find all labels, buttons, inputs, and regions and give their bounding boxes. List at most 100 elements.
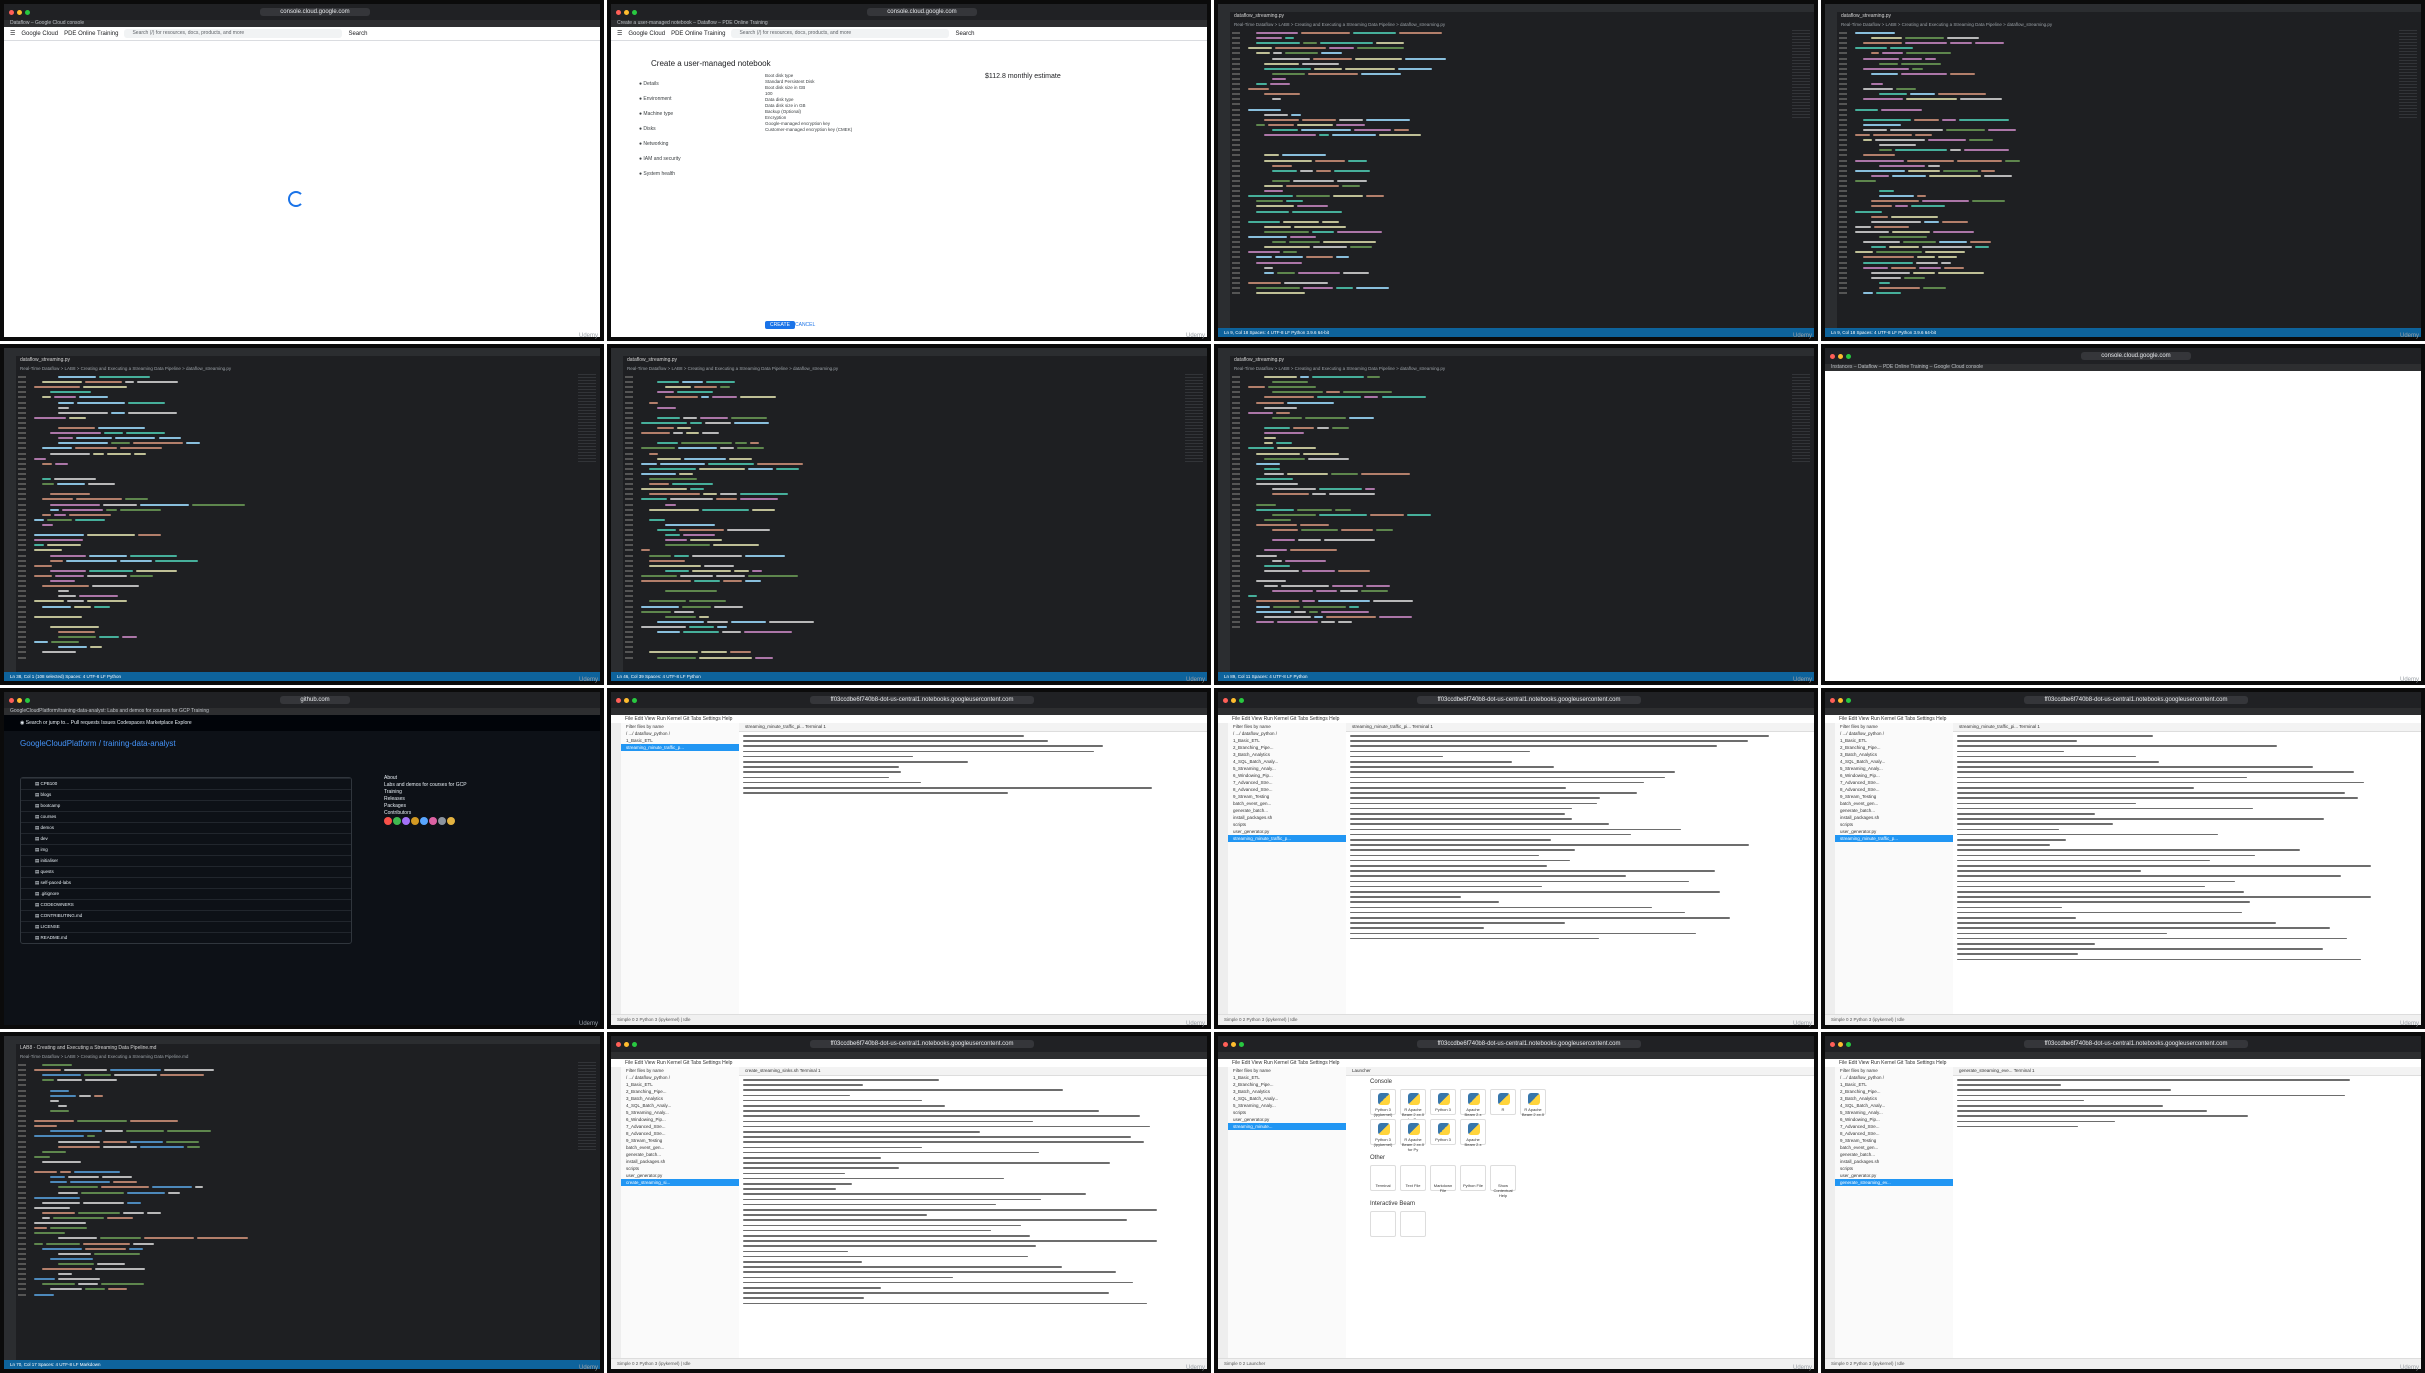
file-row[interactable]: ▤ dev [21, 833, 351, 844]
navigation-rail[interactable] [611, 41, 626, 337]
minimize-window-button[interactable] [624, 9, 629, 15]
file-row[interactable]: 6_Windowing_Pip... [1835, 772, 1953, 779]
minimize-window-button[interactable] [1231, 1041, 1236, 1047]
breadcrumb[interactable]: Real-Time Dataflow > LAB8 > Creating and… [1837, 21, 2421, 28]
file-breadcrumb[interactable]: / .../ dataflow_python / [621, 730, 739, 737]
file-row[interactable]: 8_Advanced_Stre... [621, 1130, 739, 1137]
minimap[interactable] [2399, 30, 2417, 120]
file-row[interactable]: user_generator.py [1835, 1172, 1953, 1179]
create-button[interactable]: CREATE [765, 321, 795, 329]
avatar[interactable] [393, 817, 401, 825]
file-breadcrumb[interactable]: / .../ dataflow_python / [621, 1074, 739, 1081]
file-row-selected[interactable]: streaming_minute_traffic_p... [1835, 835, 1953, 842]
file-row[interactable]: 5_Streaming_Analy... [1835, 1109, 1953, 1116]
activity-bar[interactable] [4, 356, 16, 672]
file-browser[interactable]: Filter files by name / .../ dataflow_pyth… [1835, 723, 1954, 1015]
file-row-selected[interactable]: create_streaming_si... [621, 1179, 739, 1186]
launcher-beam-icon[interactable] [1370, 1211, 1396, 1237]
breadcrumb[interactable]: Real-Time Dataflow > LAB8 > Creating and… [1230, 365, 1814, 372]
avatar[interactable] [411, 817, 419, 825]
file-browser[interactable]: Filter files by name / .../ dataflow_pyth… [1228, 723, 1347, 1015]
project-selector[interactable]: PDE Online Training [64, 31, 118, 37]
file-row[interactable]: 3_Batch_Analytics [1835, 1095, 1953, 1102]
file-row[interactable]: ▤ quests [21, 866, 351, 877]
file-row[interactable]: 2_Branching_Pipe... [1228, 1081, 1346, 1088]
file-filter-input[interactable]: Filter files by name [1228, 1067, 1346, 1074]
editor-tab[interactable]: dataflow_streaming.py [623, 356, 1207, 365]
github-header[interactable]: ◉ Search or jump to... Pull requests Iss… [4, 715, 600, 731]
file-row[interactable]: batch_event_gen... [1835, 1144, 1953, 1151]
menu-icon[interactable]: ☰ [10, 30, 15, 37]
close-window-button[interactable] [616, 1041, 621, 1047]
minimap[interactable] [1792, 374, 1810, 464]
close-window-button[interactable] [1830, 1041, 1835, 1047]
file-row[interactable]: ▤ CODEOWNERS [21, 899, 351, 910]
file-row[interactable]: ▤ README.md [21, 932, 351, 943]
file-row[interactable]: 8_Advanced_Stre... [1835, 786, 1953, 793]
step-item[interactable]: ● IAM and security [639, 152, 681, 167]
navigation-rail[interactable] [4, 41, 19, 337]
breadcrumb[interactable]: Real-Time Dataflow > LAB8 > Creating and… [16, 365, 600, 372]
file-browser[interactable]: Filter files by name 1_Basic_ETL 2_Branchi… [1228, 1067, 1347, 1359]
contributors-heading[interactable]: Contributors [384, 810, 484, 817]
avatar[interactable] [447, 817, 455, 825]
maximize-window-button[interactable] [632, 1041, 637, 1047]
file-filter-input[interactable]: Filter files by name [1835, 1067, 1953, 1074]
step-item[interactable]: ● Details [639, 77, 681, 92]
file-row[interactable]: 2_Branching_Pipe... [1835, 744, 1953, 751]
file-row[interactable]: scripts [1835, 821, 1953, 828]
minimap[interactable] [1792, 30, 1810, 120]
minimize-window-button[interactable] [624, 697, 629, 703]
launcher-python-icon[interactable]: R Apache Beam 2.xx.0 for Py [1400, 1119, 1426, 1152]
file-row[interactable]: 3_Batch_Analytics [1835, 751, 1953, 758]
launcher-python-icon[interactable]: R [1490, 1089, 1516, 1115]
browser-tab[interactable] [611, 708, 1207, 715]
minimap[interactable] [578, 374, 596, 464]
file-filter-input[interactable]: Filter files by name [1228, 723, 1346, 730]
browser-tab[interactable] [611, 1052, 1207, 1059]
menu-icon[interactable]: ☰ [617, 30, 622, 37]
file-row[interactable]: 1_Basic_ETL [621, 737, 739, 744]
step-item[interactable]: ● System health [639, 167, 681, 182]
avatar[interactable] [438, 817, 446, 825]
minimize-window-button[interactable] [1231, 697, 1236, 703]
editor-tab[interactable]: dataflow_streaming.py [1230, 356, 1814, 365]
file-row[interactable]: 6_Windowing_Pip... [1228, 772, 1346, 779]
file-breadcrumb[interactable]: / .../ dataflow_python / [1835, 1074, 1953, 1081]
browser-tab[interactable]: GoogleCloudPlatform/training-data-analys… [4, 708, 600, 715]
file-row[interactable]: 5_Streaming_Analy... [621, 1109, 739, 1116]
browser-tab[interactable]: Dataflow – Google Cloud console [4, 20, 600, 27]
close-window-button[interactable] [616, 9, 621, 15]
editor-tab[interactable]: LAB8 - Creating and Executing a Streamin… [16, 1044, 600, 1053]
activity-bar[interactable] [1218, 356, 1230, 672]
jupyter-tab[interactable]: streaming_minute_traffic_pi... Terminal … [739, 723, 1207, 732]
file-row[interactable]: ▤ LICENSE [21, 921, 351, 932]
file-row[interactable]: 3_Batch_Analytics [1228, 751, 1346, 758]
activity-bar[interactable] [4, 1044, 16, 1360]
file-row[interactable]: 7_Advanced_Stre... [1835, 779, 1953, 786]
breadcrumb[interactable]: Real-Time Dataflow > LAB8 > Creating and… [623, 365, 1207, 372]
close-window-button[interactable] [1223, 697, 1228, 703]
code-editor[interactable] [16, 372, 600, 672]
file-row[interactable]: 7_Advanced_Stre... [1228, 779, 1346, 786]
search-button[interactable]: Search [955, 31, 974, 37]
file-row[interactable]: 5_Streaming_Analy... [1228, 1102, 1346, 1109]
cancel-button[interactable]: CANCEL [795, 322, 815, 328]
launcher-other-icon[interactable]: Terminal [1370, 1165, 1396, 1191]
avatar[interactable] [402, 817, 410, 825]
code-editor[interactable] [1230, 28, 1814, 328]
address-bar[interactable]: ff03ccdbe6f740b8-dot-us-central1.noteboo… [810, 696, 1034, 704]
file-row[interactable]: user_generator.py [1228, 828, 1346, 835]
file-breadcrumb[interactable]: / .../ dataflow_python / [1228, 730, 1346, 737]
address-bar[interactable]: ff03ccdbe6f740b8-dot-us-central1.noteboo… [810, 1040, 1034, 1048]
file-row[interactable]: 3_Batch_Analytics [621, 1095, 739, 1102]
browser-tab[interactable] [1218, 1052, 1814, 1059]
file-row[interactable]: generate_batch... [1228, 807, 1346, 814]
file-row[interactable]: scripts [621, 1165, 739, 1172]
file-filter-input[interactable]: Filter files by name [1835, 723, 1953, 730]
address-bar[interactable]: console.cloud.google.com [260, 8, 370, 16]
jupyter-tab[interactable]: streaming_minute_traffic_pi... Terminal … [1346, 723, 1814, 732]
address-bar[interactable]: console.cloud.google.com [2081, 352, 2191, 360]
code-editor[interactable] [1230, 372, 1814, 672]
avatar[interactable] [420, 817, 428, 825]
